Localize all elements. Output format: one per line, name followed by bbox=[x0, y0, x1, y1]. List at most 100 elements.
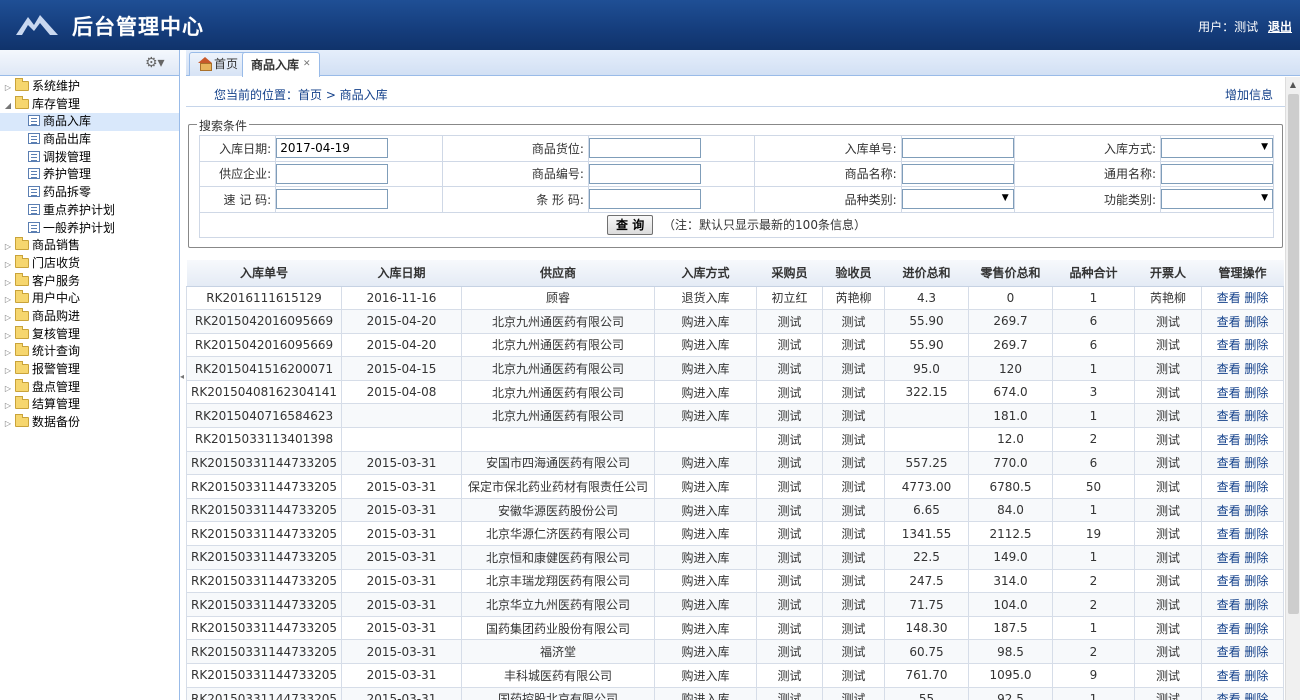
delete-link[interactable]: 删除 bbox=[1244, 386, 1268, 400]
expand-toggle-icon[interactable]: ▷ bbox=[3, 415, 13, 433]
search-input[interactable] bbox=[588, 138, 701, 159]
view-link[interactable]: 查看 bbox=[1217, 504, 1241, 518]
view-link[interactable]: 查看 bbox=[1217, 645, 1241, 659]
delete-link[interactable]: 删除 bbox=[1244, 645, 1268, 659]
table-cell: 60.75 bbox=[884, 639, 969, 664]
expand-toggle-icon[interactable]: ◢ bbox=[3, 97, 13, 115]
sidebar-folder[interactable]: ◢ 库存管理 bbox=[0, 95, 179, 115]
column-header: 入库单号 bbox=[186, 260, 342, 287]
add-info-link[interactable]: 增加信息 bbox=[1225, 86, 1273, 103]
sidebar-folder[interactable]: ▷ 商品销售 bbox=[0, 237, 179, 255]
table-cell: 2016-11-16 bbox=[341, 285, 462, 311]
search-input[interactable] bbox=[1160, 163, 1273, 184]
view-link[interactable]: 查看 bbox=[1217, 338, 1241, 352]
search-input[interactable] bbox=[901, 163, 1014, 184]
table-row: RK20150331144733205 2015-03-31 北京华源仁济医药有限公… bbox=[186, 521, 1284, 547]
sidebar-item[interactable]: 药品拆零 bbox=[0, 184, 179, 202]
view-link[interactable]: 查看 bbox=[1217, 386, 1241, 400]
expand-toggle-icon[interactable]: ▷ bbox=[3, 79, 13, 97]
tab-stock-in[interactable]: 商品入库 ✕ bbox=[242, 52, 320, 77]
delete-link[interactable]: 删除 bbox=[1244, 433, 1268, 447]
delete-link[interactable]: 删除 bbox=[1244, 315, 1268, 329]
delete-link[interactable]: 删除 bbox=[1244, 551, 1268, 565]
tab-close-icon[interactable]: ✕ bbox=[303, 59, 311, 69]
delete-link[interactable]: 删除 bbox=[1244, 480, 1268, 494]
delete-link[interactable]: 删除 bbox=[1244, 456, 1268, 470]
delete-link[interactable]: 删除 bbox=[1244, 692, 1268, 700]
delete-link[interactable]: 删除 bbox=[1244, 409, 1268, 423]
sidebar-folder[interactable]: ▷ 门店收货 bbox=[0, 254, 179, 274]
delete-link[interactable]: 删除 bbox=[1244, 527, 1268, 541]
table-cell: 初立红 bbox=[756, 285, 823, 311]
delete-link[interactable]: 删除 bbox=[1244, 338, 1268, 352]
search-input[interactable] bbox=[276, 189, 389, 210]
search-select[interactable] bbox=[901, 189, 1014, 210]
sidebar-folder[interactable]: ▷ 商品购进 bbox=[0, 307, 179, 327]
delete-link[interactable]: 删除 bbox=[1244, 598, 1268, 612]
view-link[interactable]: 查看 bbox=[1217, 669, 1241, 683]
view-link[interactable]: 查看 bbox=[1217, 551, 1241, 565]
view-link[interactable]: 查看 bbox=[1217, 598, 1241, 612]
tab-home[interactable]: 首页 bbox=[189, 52, 248, 76]
sidebar-folder[interactable]: ▷ 统计查询 bbox=[0, 343, 179, 361]
search-input[interactable] bbox=[588, 163, 701, 184]
query-button[interactable]: 查 询 bbox=[607, 214, 654, 235]
sidebar-folder[interactable]: ▷ 结算管理 bbox=[0, 396, 179, 414]
sidebar-item[interactable]: 商品出库 bbox=[0, 131, 179, 149]
search-select[interactable] bbox=[1160, 138, 1273, 159]
table-cell: 测试 bbox=[822, 309, 885, 334]
expand-toggle-icon[interactable]: ▷ bbox=[3, 327, 13, 345]
delete-link[interactable]: 删除 bbox=[1244, 669, 1268, 683]
view-link[interactable]: 查看 bbox=[1217, 291, 1241, 305]
search-input[interactable] bbox=[901, 138, 1014, 159]
sidebar-folder[interactable]: ▷ 复核管理 bbox=[0, 325, 179, 345]
expand-toggle-icon[interactable]: ▷ bbox=[3, 380, 13, 398]
view-link[interactable]: 查看 bbox=[1217, 527, 1241, 541]
table-row: RK2015040716584623 北京九州通医药有限公司 购进入库 测试 测试 181… bbox=[186, 403, 1284, 429]
delete-link[interactable]: 删除 bbox=[1244, 362, 1268, 376]
scroll-up-icon[interactable]: ▲ bbox=[1286, 77, 1300, 92]
expand-toggle-icon[interactable]: ▷ bbox=[3, 397, 13, 415]
view-link[interactable]: 查看 bbox=[1217, 315, 1241, 329]
expand-toggle-icon[interactable]: ▷ bbox=[3, 274, 13, 292]
sidebar-folder[interactable]: ▷ 报警管理 bbox=[0, 361, 179, 379]
sidebar-folder[interactable]: ▷ 用户中心 bbox=[0, 290, 179, 308]
sidebar-folder[interactable]: ▷ 数据备份 bbox=[0, 414, 179, 432]
expand-toggle-icon[interactable]: ▷ bbox=[3, 291, 13, 309]
expand-toggle-icon[interactable]: ▷ bbox=[3, 344, 13, 362]
sidebar-item[interactable]: 商品入库 bbox=[0, 113, 179, 132]
search-input[interactable] bbox=[276, 163, 389, 184]
view-link[interactable]: 查看 bbox=[1217, 622, 1241, 636]
view-link[interactable]: 查看 bbox=[1217, 456, 1241, 470]
view-link[interactable]: 查看 bbox=[1217, 692, 1241, 700]
view-link[interactable]: 查看 bbox=[1217, 409, 1241, 423]
sidebar-folder[interactable]: ▷ 系统维护 bbox=[0, 78, 179, 96]
table-cell: 92.5 bbox=[968, 686, 1053, 700]
delete-link[interactable]: 删除 bbox=[1244, 504, 1268, 518]
delete-link[interactable]: 删除 bbox=[1244, 574, 1268, 588]
sidebar-item[interactable]: 养护管理 bbox=[0, 166, 179, 184]
scrollbar-thumb[interactable] bbox=[1288, 94, 1299, 614]
delete-link[interactable]: 删除 bbox=[1244, 622, 1268, 636]
expand-toggle-icon[interactable]: ▷ bbox=[3, 238, 13, 256]
sidebar-item[interactable]: 调拨管理 bbox=[0, 149, 179, 167]
logout-link[interactable]: 退出 bbox=[1268, 20, 1292, 34]
sidebar-item[interactable]: 重点养护计划 bbox=[0, 202, 179, 220]
gear-icon[interactable]: ⚙▾ bbox=[145, 55, 171, 71]
search-input[interactable] bbox=[588, 189, 701, 210]
view-link[interactable]: 查看 bbox=[1217, 574, 1241, 588]
view-link[interactable]: 查看 bbox=[1217, 480, 1241, 494]
view-link[interactable]: 查看 bbox=[1217, 433, 1241, 447]
sidebar-folder[interactable]: ▷ 盘点管理 bbox=[0, 378, 179, 398]
expand-toggle-icon[interactable]: ▷ bbox=[3, 256, 13, 274]
vertical-scrollbar[interactable]: ▲ bbox=[1285, 77, 1300, 700]
search-input[interactable] bbox=[276, 138, 389, 159]
logo-icon bbox=[16, 15, 58, 35]
sidebar-item[interactable]: 一般养护计划 bbox=[0, 220, 179, 238]
expand-toggle-icon[interactable]: ▷ bbox=[3, 362, 13, 380]
view-link[interactable]: 查看 bbox=[1217, 362, 1241, 376]
search-select[interactable] bbox=[1160, 189, 1273, 210]
delete-link[interactable]: 删除 bbox=[1244, 291, 1268, 305]
expand-toggle-icon[interactable]: ▷ bbox=[3, 309, 13, 327]
sidebar-folder[interactable]: ▷ 客户服务 bbox=[0, 272, 179, 292]
